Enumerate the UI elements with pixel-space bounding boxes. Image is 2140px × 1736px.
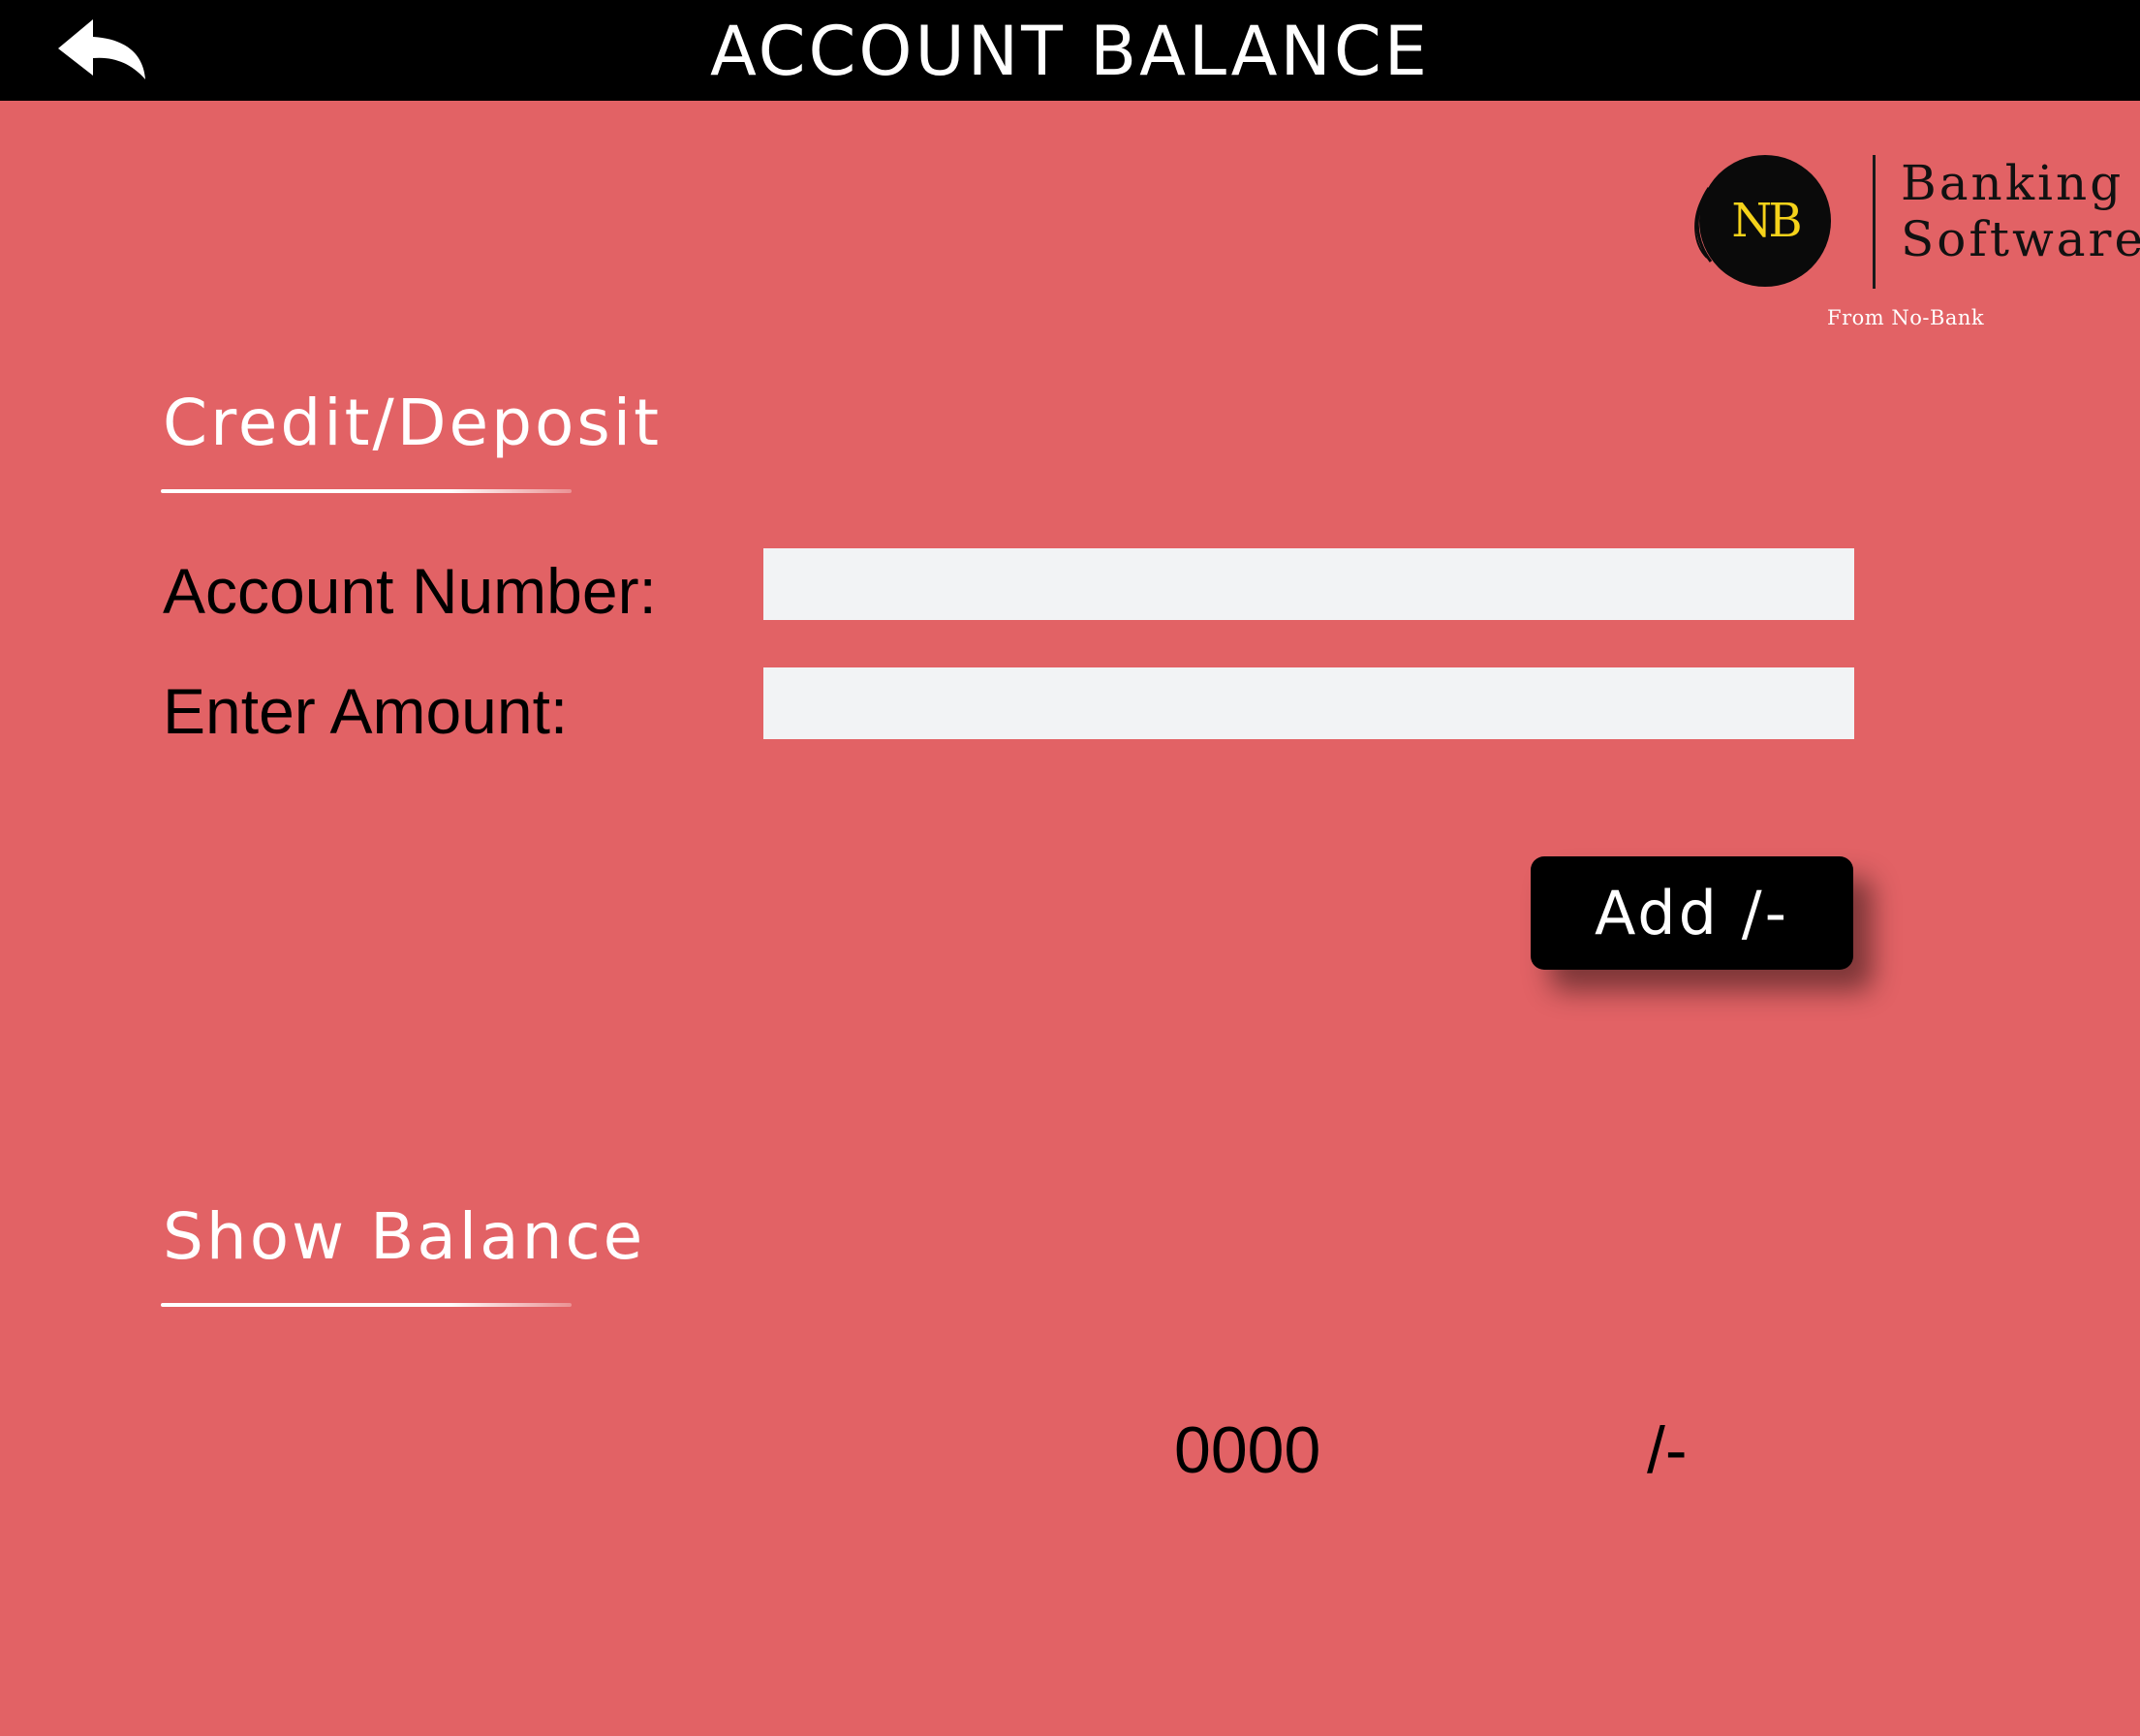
logo-wordmark: Banking Software [1901, 155, 2140, 267]
page-title: ACCOUNT BALANCE [710, 12, 1430, 91]
add-button[interactable]: Add /- [1531, 856, 1853, 970]
account-number-label: Account Number: [163, 555, 657, 627]
credit-deposit-underline [161, 489, 572, 493]
show-balance-heading: Show Balance [163, 1199, 646, 1274]
enter-amount-label: Enter Amount: [163, 675, 569, 747]
logo-divider [1873, 155, 1876, 289]
amount-input[interactable] [763, 667, 1854, 739]
nb-logo: NB [1690, 149, 1833, 293]
logo-line-1: Banking [1901, 155, 2124, 211]
account-number-input[interactable] [763, 548, 1854, 620]
logo-line-2: Software [1901, 211, 2140, 267]
credit-deposit-heading: Credit/Deposit [163, 386, 663, 460]
balance-value: 0000 [1174, 1413, 1321, 1487]
balance-currency-suffix: /- [1647, 1413, 1688, 1487]
logo-monogram: NB [1731, 194, 1800, 248]
header-bar: ACCOUNT BALANCE [0, 0, 2140, 101]
logo-tagline: From No-Bank [1827, 306, 1985, 329]
show-balance-underline [161, 1303, 572, 1307]
